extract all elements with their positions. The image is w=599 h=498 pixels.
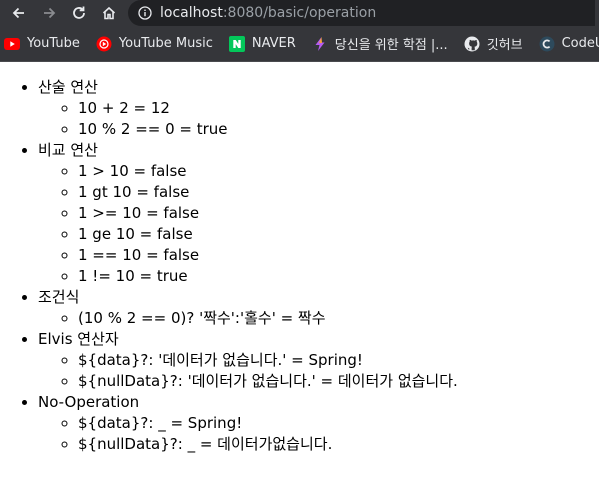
site-info-icon[interactable] — [138, 6, 152, 20]
bookmark-youtube-music[interactable]: YouTube Music — [96, 36, 213, 52]
forward-arrow-icon — [44, 7, 56, 19]
page-content: 산술 연산 10 + 2 = 12 10 % 2 == 0 = true 비교 … — [0, 62, 599, 455]
section-title: 조건식 — [38, 288, 80, 306]
reload-button[interactable] — [64, 0, 94, 26]
url-host: localhost — [160, 5, 223, 21]
bookmark-label: NAVER — [251, 36, 296, 51]
list-item: ${nullData}?: _ = 데이터가없습니다. — [78, 434, 599, 455]
url-path: :8080/basic/operation — [222, 5, 377, 21]
bookmark-label: CodeUp — [561, 36, 599, 51]
list-item: 1 gt 10 = false — [78, 182, 599, 203]
bookmark-label: YouTube Music — [118, 36, 213, 51]
list-item: ${nullData}?: '데이터가 없습니다.' = 데이터가 없습니다. — [78, 371, 599, 392]
list-item: 1 ge 10 = false — [78, 224, 599, 245]
list-item: 1 >= 10 = false — [78, 203, 599, 224]
bookmark-github[interactable]: 깃허브 — [464, 34, 523, 53]
home-icon — [102, 6, 116, 20]
section-items: (10 % 2 == 0)? '짝수':'홀수' = 짝수 — [38, 308, 599, 329]
section-title: Elvis 연산자 — [38, 330, 119, 348]
section-items: ${data}?: _ = Spring! ${nullData}?: _ = … — [38, 413, 599, 455]
section-no-operation: No-Operation ${data}?: _ = Spring! ${nul… — [38, 392, 599, 455]
youtube-icon — [4, 36, 20, 52]
bookmark-label: 당신을 위한 학점 |... — [334, 38, 448, 53]
bookmark-youtube[interactable]: YouTube — [4, 36, 80, 52]
bookmark-codeup[interactable]: CodeUp — [539, 36, 599, 52]
github-icon — [464, 36, 480, 52]
codeup-icon — [539, 36, 555, 52]
home-button[interactable] — [94, 0, 124, 26]
section-title: No-Operation — [38, 393, 140, 411]
back-arrow-icon — [12, 7, 24, 19]
bookmark-naver[interactable]: NAVER — [228, 35, 296, 52]
list-item: 10 + 2 = 12 — [78, 98, 599, 119]
bookmark-site-icon — [312, 36, 328, 52]
reload-icon — [73, 6, 85, 19]
address-bar[interactable]: localhost:8080/basic/operation — [128, 0, 595, 26]
section-items: 10 + 2 = 12 10 % 2 == 0 = true — [38, 98, 599, 140]
list-item: 10 % 2 == 0 = true — [78, 119, 599, 140]
browser-chrome: localhost:8080/basic/operation YouTube Y… — [0, 0, 599, 62]
section-items: 1 > 10 = false 1 gt 10 = false 1 >= 10 =… — [38, 161, 599, 287]
section-elvis: Elvis 연산자 ${data}?: '데이터가 없습니다.' = Sprin… — [38, 329, 599, 392]
list-item: 1 > 10 = false — [78, 161, 599, 182]
forward-button[interactable] — [34, 0, 64, 26]
list-item: 1 == 10 = false — [78, 245, 599, 266]
section-conditional: 조건식 (10 % 2 == 0)? '짝수':'홀수' = 짝수 — [38, 287, 599, 329]
list-item: ${data}?: _ = Spring! — [78, 413, 599, 434]
section-comparison: 비교 연산 1 > 10 = false 1 gt 10 = false 1 >… — [38, 140, 599, 287]
section-items: ${data}?: '데이터가 없습니다.' = Spring! ${nullD… — [38, 350, 599, 392]
bookmark-label: 깃허브 — [486, 38, 523, 53]
naver-icon — [228, 35, 245, 52]
section-title: 산술 연산 — [38, 78, 98, 96]
browser-toolbar: localhost:8080/basic/operation — [0, 0, 599, 26]
bookmarks-bar: YouTube YouTube Music NAVER 당신을 위한 학점 |.… — [0, 26, 599, 62]
back-button[interactable] — [4, 0, 34, 26]
youtube-music-icon — [96, 36, 112, 52]
section-arithmetic: 산술 연산 10 + 2 = 12 10 % 2 == 0 = true — [38, 77, 599, 140]
section-title: 비교 연산 — [38, 141, 98, 159]
operation-list: 산술 연산 10 + 2 = 12 10 % 2 == 0 = true 비교 … — [0, 77, 599, 455]
list-item: (10 % 2 == 0)? '짝수':'홀수' = 짝수 — [78, 308, 599, 329]
bookmark-credit-site[interactable]: 당신을 위한 학점 |... — [312, 34, 448, 53]
list-item: ${data}?: '데이터가 없습니다.' = Spring! — [78, 350, 599, 371]
list-item: 1 != 10 = true — [78, 266, 599, 287]
bookmark-label: YouTube — [27, 36, 80, 51]
